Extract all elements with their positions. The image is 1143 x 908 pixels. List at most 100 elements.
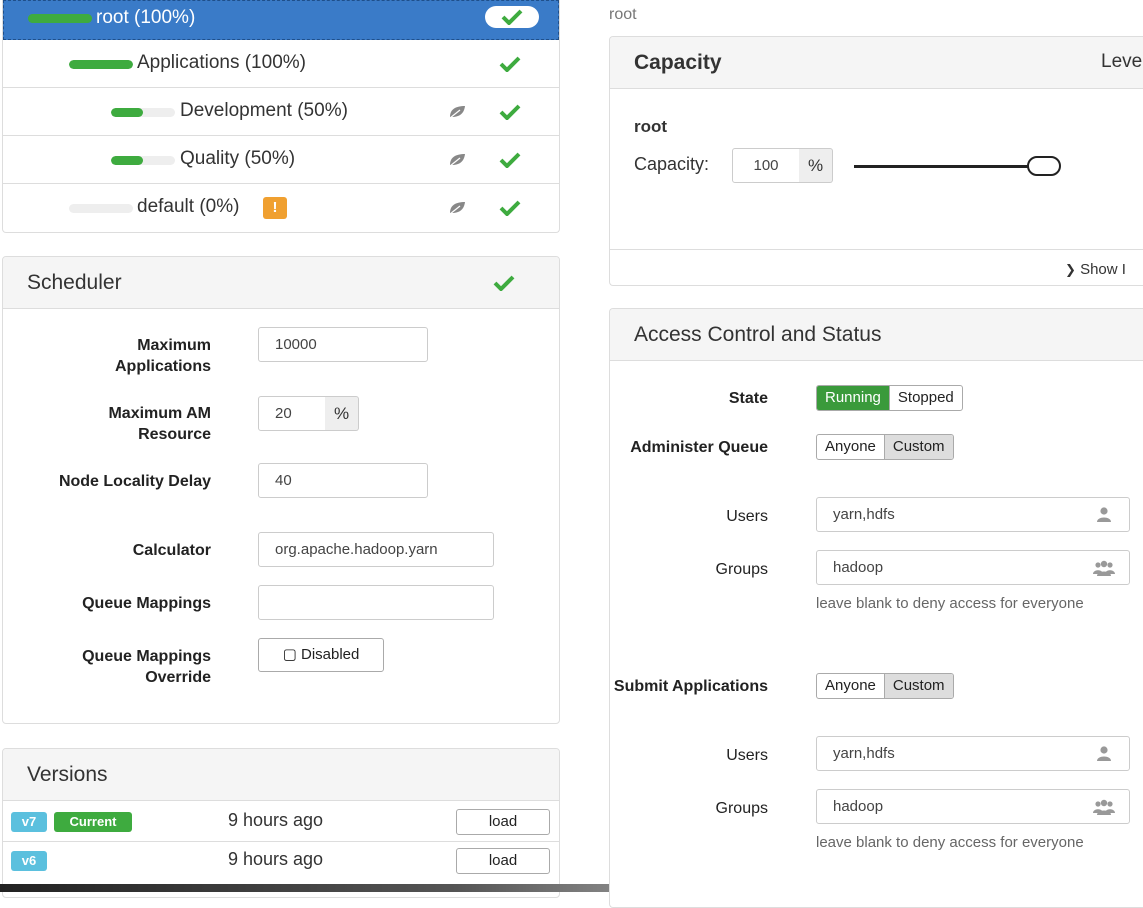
leaf-icon: [448, 153, 466, 167]
queue-development-label: Development (50%): [180, 100, 348, 121]
warning-badge: !: [263, 197, 287, 219]
admin-access-hint: leave blank to deny access for everyone: [816, 595, 1084, 612]
access-control-header: Access Control and Status: [610, 309, 1143, 361]
versions-header: Versions: [3, 749, 559, 801]
check-icon: [499, 152, 521, 168]
scheduler-header: Scheduler: [3, 257, 559, 309]
admin-groups-input[interactable]: hadoop: [816, 550, 1130, 585]
admin-users-input[interactable]: yarn,hdfs: [816, 497, 1130, 532]
queue-default-label: default (0%): [137, 196, 240, 217]
version-time: 9 hours ago: [228, 849, 324, 869]
chevron-down-icon: ❯: [1065, 262, 1076, 277]
check-icon: [493, 275, 521, 295]
queue-mappings-input[interactable]: [258, 585, 494, 620]
queue-quality-label: Quality (50%): [180, 148, 296, 169]
queue-mappings-override-label: Queue Mappings Override: [82, 648, 211, 686]
state-label: State: [728, 390, 768, 407]
scheduler-title: Scheduler: [27, 271, 122, 294]
scheduler-panel: Scheduler Maximum Applications 10000 Max…: [2, 256, 560, 724]
queue-quality-capacity-bar: [111, 156, 175, 165]
queue-root-capacity-bar: [28, 14, 92, 23]
administer-queue-label: Administer Queue: [630, 439, 768, 456]
check-icon: [499, 104, 521, 120]
submit-applications-toggle: Anyone Custom: [816, 673, 954, 699]
current-badge: Current: [54, 812, 132, 832]
version-time: 9 hours ago: [228, 810, 324, 830]
submit-users-label: Users: [726, 747, 768, 764]
show-more-toggle[interactable]: ❯ Show I: [1065, 261, 1126, 278]
capacity-header: Capacity Leve: [610, 37, 1143, 89]
state-running-option[interactable]: Running: [817, 386, 889, 410]
admin-users-value: yarn,hdfs: [833, 506, 895, 523]
capacity-percent-addon: %: [799, 148, 833, 183]
version-row: v7 Current 9 hours ago load: [3, 802, 559, 842]
percent-addon: %: [325, 396, 359, 431]
max-am-resource-label: Maximum AM Resource: [108, 405, 211, 443]
capacity-label: Capacity:: [634, 154, 710, 174]
versions-title: Versions: [27, 763, 108, 786]
versions-panel: Versions v7 Current 9 hours ago load v6 …: [2, 748, 560, 898]
capacity-input[interactable]: 100: [732, 148, 800, 183]
check-icon: [499, 200, 521, 216]
leaf-icon: [448, 105, 466, 119]
leaf-icon: [448, 201, 466, 215]
queue-root-status-icon: [485, 6, 539, 28]
group-icon: [1093, 799, 1115, 815]
user-icon: [1097, 746, 1111, 761]
capacity-queue-name: root: [634, 117, 668, 136]
access-control-panel: Access Control and Status State Running …: [609, 308, 1143, 908]
show-more-label: Show I: [1080, 261, 1126, 278]
admin-users-label: Users: [726, 508, 768, 525]
version-tag: v7: [11, 812, 47, 832]
queue-development-capacity-bar: [111, 108, 175, 117]
calculator-input[interactable]: org.apache.hadoop.yarn: [258, 532, 494, 567]
submit-custom-option[interactable]: Custom: [883, 674, 953, 698]
administer-custom-option[interactable]: Custom: [883, 435, 953, 459]
submit-anyone-option[interactable]: Anyone: [817, 674, 884, 698]
queue-tree: root (100%) Applications (100%) Developm…: [2, 0, 560, 233]
submit-users-value: yarn,hdfs: [833, 745, 895, 762]
submit-groups-label: Groups: [715, 800, 768, 817]
max-am-resource-input[interactable]: 20: [258, 396, 326, 431]
queue-applications[interactable]: Applications (100%): [3, 40, 559, 88]
state-toggle: Running Stopped: [816, 385, 963, 411]
submit-access-hint: leave blank to deny access for everyone: [816, 834, 1084, 851]
breadcrumb[interactable]: root: [609, 6, 637, 24]
queue-default[interactable]: default (0%) !: [3, 184, 559, 232]
administer-queue-toggle: Anyone Custom: [816, 434, 954, 460]
version-tag: v6: [11, 851, 47, 871]
capacity-title: Capacity: [634, 51, 722, 74]
capacity-body: root Capacity: 100 %: [610, 90, 1143, 250]
capacity-slider-handle[interactable]: [1027, 156, 1061, 176]
calculator-label: Calculator: [132, 542, 211, 559]
queue-applications-label: Applications (100%): [137, 52, 306, 73]
node-locality-label: Node Locality Delay: [58, 473, 211, 490]
queue-development[interactable]: Development (50%): [3, 88, 559, 136]
submit-groups-input[interactable]: hadoop: [816, 789, 1130, 824]
node-locality-input[interactable]: 40: [258, 463, 428, 498]
check-icon: [499, 56, 521, 72]
queue-quality[interactable]: Quality (50%): [3, 136, 559, 184]
queue-default-capacity-bar: [69, 204, 133, 213]
queue-root[interactable]: root (100%): [3, 0, 559, 40]
load-version-button[interactable]: load: [456, 848, 550, 874]
max-applications-input[interactable]: 10000: [258, 327, 428, 362]
state-stopped-option[interactable]: Stopped: [888, 386, 962, 410]
level-label: Leve: [1101, 51, 1143, 72]
max-applications-label: Maximum Applications: [114, 337, 211, 375]
group-icon: [1093, 560, 1115, 576]
queue-mappings-override-toggle[interactable]: ▢ Disabled: [258, 638, 384, 672]
capacity-slider-track[interactable]: [854, 165, 1044, 168]
submit-applications-label: Submit Applications: [613, 678, 768, 695]
queue-mappings-label: Queue Mappings: [82, 595, 211, 612]
capacity-panel: Capacity Leve root Capacity: 100 % ❯ Sho…: [609, 36, 1143, 286]
submit-groups-value: hadoop: [833, 798, 884, 815]
load-version-button[interactable]: load: [456, 809, 550, 835]
administer-anyone-option[interactable]: Anyone: [817, 435, 884, 459]
user-icon: [1097, 507, 1111, 522]
admin-groups-label: Groups: [715, 561, 768, 578]
queue-applications-capacity-bar: [69, 60, 133, 69]
version-row: v6 9 hours ago load: [3, 842, 559, 882]
queue-root-label: root (100%): [96, 7, 196, 28]
submit-users-input[interactable]: yarn,hdfs: [816, 736, 1130, 771]
